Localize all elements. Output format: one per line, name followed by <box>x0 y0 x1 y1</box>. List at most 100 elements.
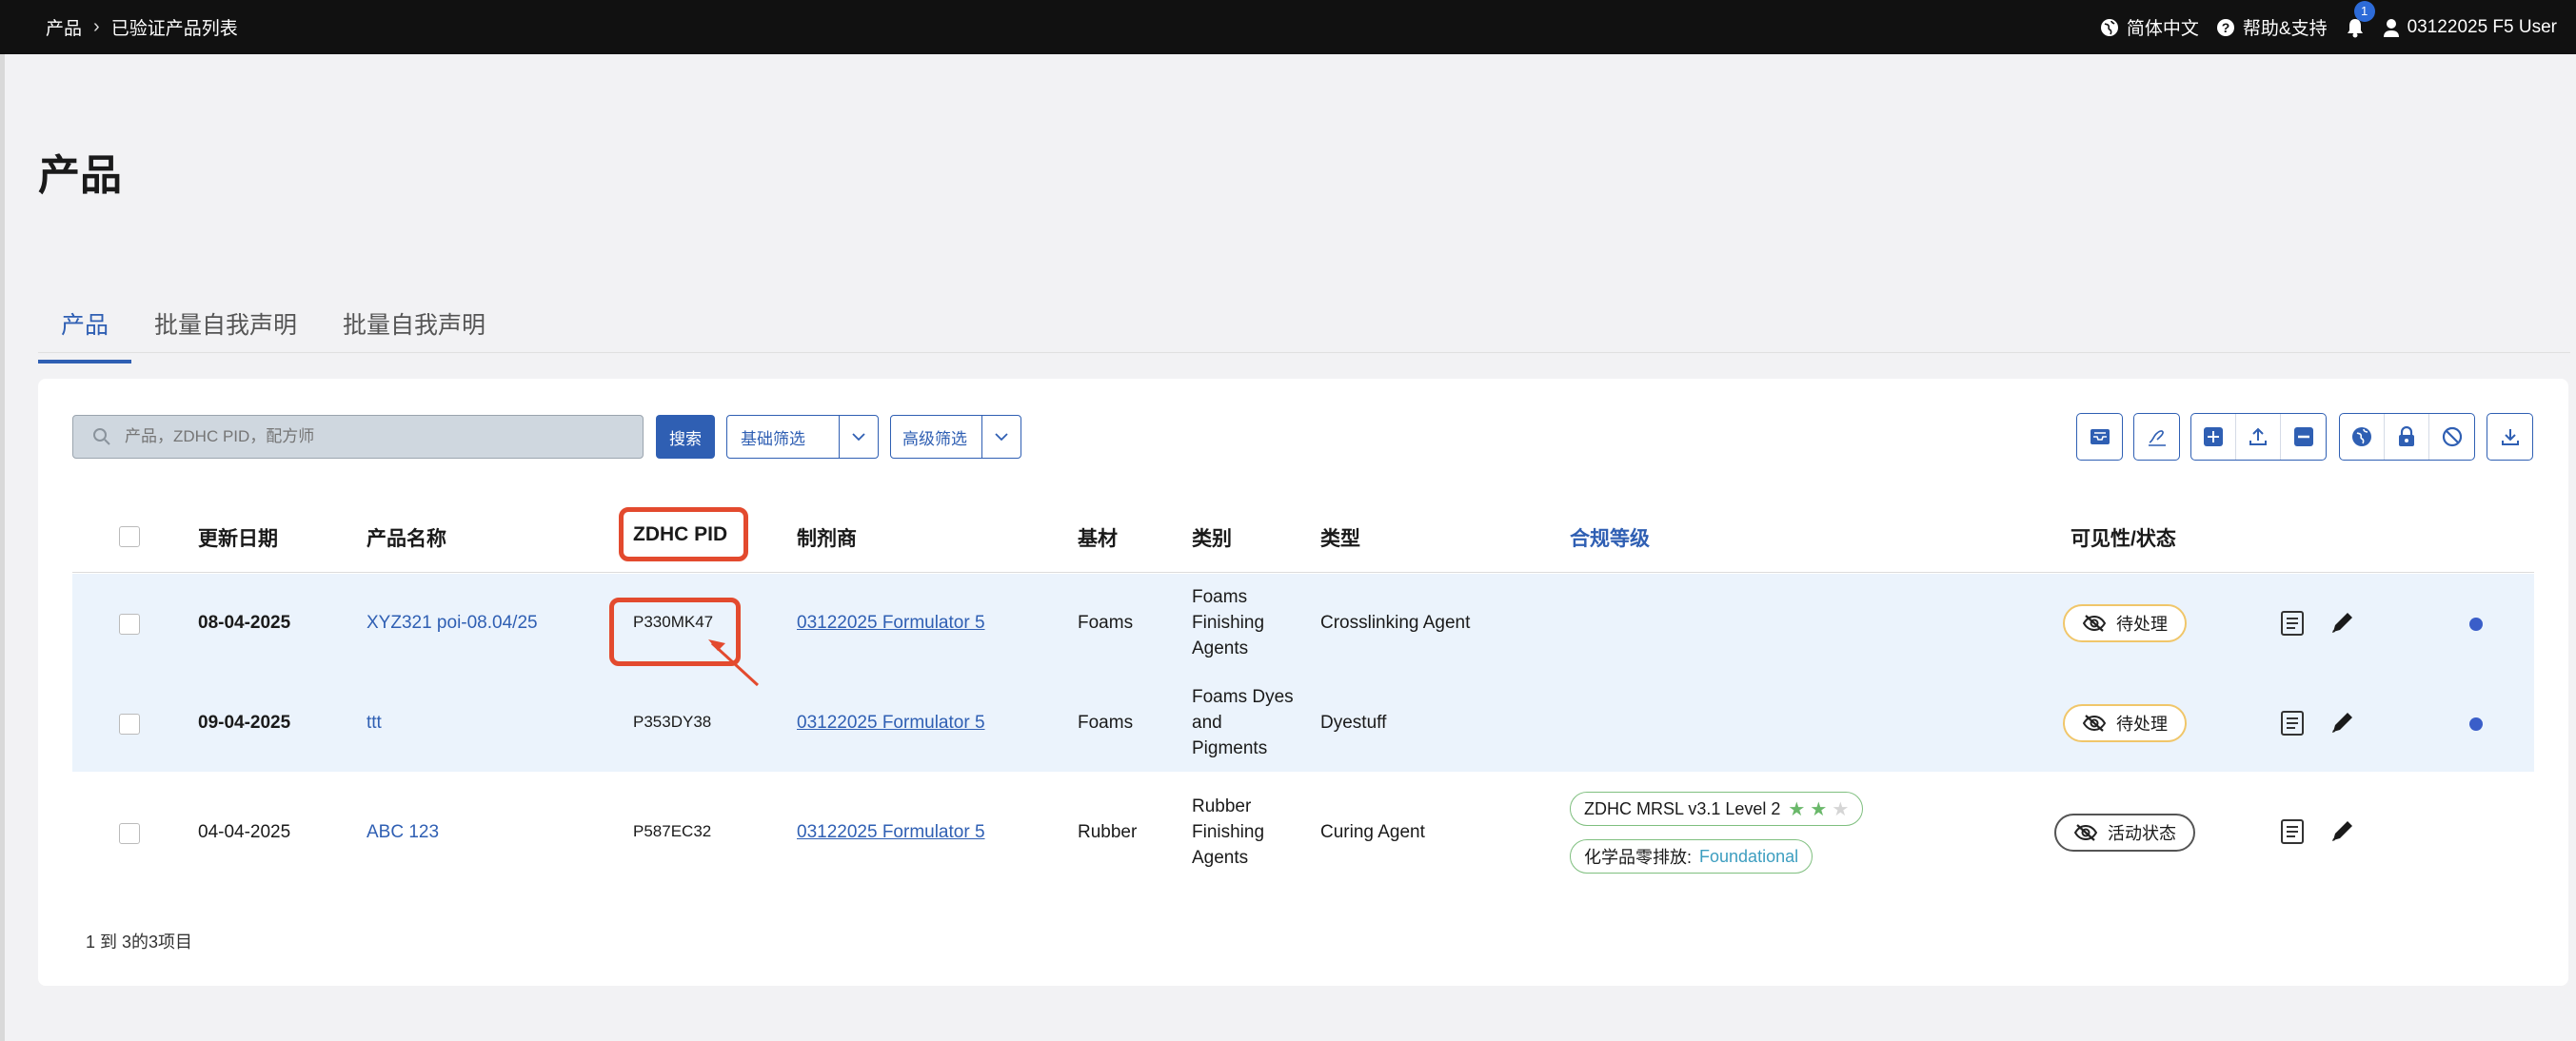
download-icon[interactable] <box>2487 414 2532 460</box>
row-type: Crosslinking Agent <box>1320 613 1471 633</box>
tab-bar: 产品 批量自我声明 批量自我声明 <box>38 297 508 363</box>
edit-icon[interactable] <box>2329 817 2356 844</box>
help-support-link[interactable]: ? 帮助&支持 <box>2216 14 2328 40</box>
details-icon[interactable] <box>2280 710 2305 737</box>
search-button[interactable]: 搜索 <box>656 415 715 459</box>
eye-off-icon <box>2073 824 2098 841</box>
header-visibility[interactable]: 可见性/状态 <box>2071 523 2176 552</box>
tab-divider <box>38 352 2570 353</box>
edit-icon[interactable] <box>2329 709 2356 736</box>
status-dot <box>2469 618 2483 631</box>
edit-icon[interactable] <box>2329 609 2356 636</box>
row-formulator[interactable]: 03122025 Formulator 5 <box>797 713 985 734</box>
category-line: and <box>1192 713 1222 733</box>
header-formulator[interactable]: 制剂商 <box>797 523 857 552</box>
mrsl-level-badge: ZDHC MRSL v3.1 Level 2 ★ ★ ★ <box>1570 792 1864 826</box>
row-category: Foams Finishing Agents <box>1192 584 1264 661</box>
chevron-down-icon[interactable] <box>838 416 878 458</box>
row-substrate: Rubber <box>1078 822 1138 842</box>
sign-icon[interactable] <box>2134 414 2179 460</box>
category-line: Agents <box>1192 638 1249 658</box>
remove-icon[interactable] <box>2281 414 2326 460</box>
globe-icon[interactable] <box>2340 414 2385 460</box>
row-pid: P587EC32 <box>633 822 712 840</box>
row-formulator[interactable]: 03122025 Formulator 5 <box>797 822 985 843</box>
breadcrumb-products[interactable]: 产品 <box>46 14 82 40</box>
status-badge[interactable]: 待处理 <box>2063 704 2187 742</box>
status-badge[interactable]: 活动状态 <box>2054 814 2195 852</box>
user-name: 03122025 F5 User <box>2407 16 2557 37</box>
row-checkbox[interactable] <box>119 614 140 635</box>
category-line: Pigments <box>1192 738 1268 758</box>
star-filled-icon: ★ <box>1810 798 1828 820</box>
zero-discharge-badge: 化学品零排放: Foundational <box>1570 839 1813 874</box>
basic-filter-dropdown[interactable]: 基础筛选 <box>726 415 879 459</box>
add-icon[interactable] <box>2191 414 2236 460</box>
search-box[interactable] <box>72 415 644 459</box>
eye-off-icon <box>2082 615 2107 632</box>
row-pid: P353DY38 <box>633 713 712 731</box>
star-filled-icon: ★ <box>1788 798 1806 820</box>
row-product-name[interactable]: XYZ321 poi-08.04/25 <box>367 613 538 634</box>
header-substrate[interactable]: 基材 <box>1078 523 1118 552</box>
row-checkbox[interactable] <box>119 714 140 735</box>
header-date[interactable]: 更新日期 <box>198 523 278 552</box>
search-icon <box>93 428 110 445</box>
row-category: Foams Dyes and Pigments <box>1192 684 1294 761</box>
tool-download[interactable] <box>2487 413 2533 461</box>
select-all-checkbox[interactable] <box>119 526 140 547</box>
status-label: 待处理 <box>2116 615 2168 634</box>
page-title: 产品 <box>38 152 122 199</box>
status-dot <box>2469 717 2483 731</box>
tab-bulk-declaration-1[interactable]: 批量自我声明 <box>131 297 320 363</box>
tab-bulk-declaration-2[interactable]: 批量自我声明 <box>320 297 508 363</box>
header-compliance[interactable]: 合规等级 <box>1570 523 1650 552</box>
row-substrate: Foams <box>1078 613 1134 633</box>
basic-filter-label: 基础筛选 <box>741 429 805 448</box>
advanced-filter-label: 高级筛选 <box>902 429 967 448</box>
language-switcher[interactable]: 简体中文 <box>2100 14 2199 40</box>
pagination-summary: 1 到 3的3项目 <box>86 933 193 952</box>
tool-sign[interactable] <box>2133 413 2180 461</box>
header-type[interactable]: 类型 <box>1320 523 1360 552</box>
tool-inbox[interactable] <box>2076 413 2123 461</box>
zero-discharge-label: 化学品零排放: <box>1584 848 1693 867</box>
inbox-icon[interactable] <box>2077 414 2122 460</box>
row-date: 04-04-2025 <box>198 822 291 842</box>
status-badge[interactable]: 待处理 <box>2063 604 2187 642</box>
user-menu[interactable]: 03122025 F5 User <box>2383 17 2557 38</box>
row-category: Rubber Finishing Agents <box>1192 794 1264 871</box>
category-line: Finishing <box>1192 822 1265 842</box>
details-icon[interactable] <box>2280 818 2305 845</box>
row-type: Curing Agent <box>1320 822 1425 842</box>
chevron-down-icon[interactable] <box>981 416 1020 458</box>
lock-icon[interactable] <box>2385 414 2429 460</box>
row-product-name[interactable]: ABC 123 <box>367 822 439 843</box>
user-icon <box>2383 18 2399 37</box>
advanced-filter-dropdown[interactable]: 高级筛选 <box>890 415 1021 459</box>
row-date: 09-04-2025 <box>198 713 291 733</box>
header-category[interactable]: 类别 <box>1192 523 1232 552</box>
breadcrumb: 产品 › 已验证产品列表 <box>46 0 238 54</box>
eye-off-icon <box>2082 715 2107 732</box>
search-input[interactable] <box>125 427 601 446</box>
status-label: 活动状态 <box>2108 824 2176 843</box>
row-date: 08-04-2025 <box>198 613 291 633</box>
block-icon[interactable] <box>2429 414 2474 460</box>
header-name[interactable]: 产品名称 <box>367 523 446 552</box>
row-checkbox[interactable] <box>119 823 140 844</box>
tab-products[interactable]: 产品 <box>38 297 132 363</box>
row-product-name[interactable]: ttt <box>367 713 382 734</box>
breadcrumb-verified-list: 已验证产品列表 <box>110 19 238 39</box>
row-formulator[interactable]: 03122025 Formulator 5 <box>797 613 985 634</box>
notification-badge: 1 <box>2353 0 2375 22</box>
row-substrate: Foams <box>1078 713 1134 733</box>
mrsl-label: ZDHC MRSL v3.1 Level 2 <box>1584 798 1781 818</box>
details-icon[interactable] <box>2280 610 2305 637</box>
category-line: Foams <box>1192 587 1248 607</box>
notifications-button[interactable]: 1 <box>2345 0 2375 38</box>
upload-icon[interactable] <box>2236 414 2281 460</box>
category-line: Foams Dyes <box>1192 687 1294 707</box>
top-bar: 产品 › 已验证产品列表 简体中文 ? 帮助&支持 1 03122025 F5 … <box>0 0 2576 54</box>
help-icon: ? <box>2216 18 2234 36</box>
